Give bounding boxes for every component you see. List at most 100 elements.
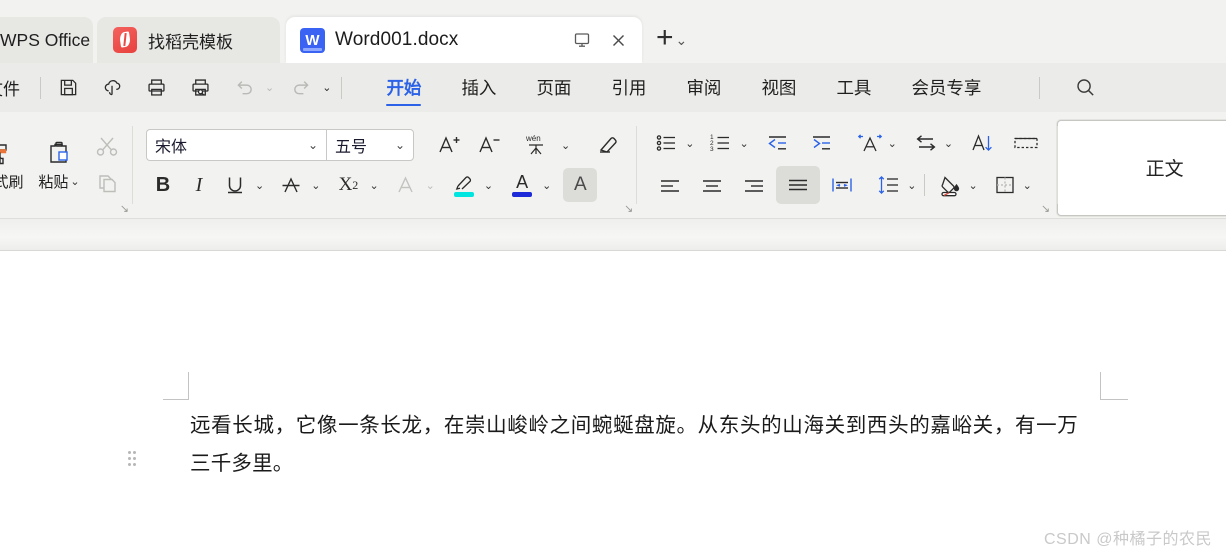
tab-bar: WPS Office 找稻壳模板 W Word001.docx + ⌄ [0,0,1226,63]
search-icon[interactable] [1068,71,1102,105]
underline-chevron-down-icon[interactable]: ⌄ [255,179,264,192]
clipboard-dialog-launcher[interactable]: ↘ [120,202,129,215]
paste-chevron-down-icon[interactable]: ⌄ [70,175,79,188]
borders-chevron-down-icon[interactable]: ⌄ [1023,179,1032,192]
shrink-font-button[interactable] [472,128,506,162]
font-size-value: 五号 [335,139,368,156]
text-effects-button[interactable] [389,168,423,202]
underline-button[interactable] [218,168,252,202]
bullet-list-button[interactable] [650,126,684,160]
borders-button[interactable] [988,168,1022,202]
show-formatting-marks-button[interactable] [1009,126,1043,160]
ruler-separator-band [0,219,1226,251]
document-paragraph[interactable]: 远看长城，它像一条长龙，在崇山峻岭之间蜿蜒盘旋。从东头的山海关到西头的嘉峪关，有… [190,406,1078,482]
character-shading-button[interactable]: A [563,168,598,202]
paragraph-dialog-launcher[interactable]: ↘ [1041,202,1050,215]
style-body-text[interactable]: 正文 [1057,119,1226,216]
copy-button[interactable] [90,167,124,201]
style-body-text-label: 正文 [1145,159,1184,180]
tab-home[interactable]: 开始 [366,63,441,112]
tab-docer-templates[interactable]: 找稻壳模板 [97,17,280,63]
clear-formatting-button[interactable] [590,128,624,162]
bold-button[interactable]: B [146,168,180,202]
grow-font-button[interactable] [432,128,466,162]
print-preview-icon[interactable] [183,71,217,105]
shading-button[interactable] [933,168,967,202]
tab-page[interactable]: 页面 [516,63,591,112]
csdn-watermark: CSDN @种橘子的农民 [1043,531,1212,548]
format-painter-button[interactable]: 格式刷 [0,126,28,204]
menubar-divider-1 [40,76,41,99]
tab-view[interactable]: 视图 [741,63,816,112]
align-left-button[interactable] [650,168,690,202]
font-color-button[interactable]: A [505,168,539,202]
pinyin-chevron-down-icon[interactable]: ⌄ [561,139,570,152]
strikethrough-button[interactable] [274,168,308,202]
superscript-chevron-down-icon[interactable]: ⌄ [369,179,378,192]
document-page[interactable] [0,251,1226,557]
increase-indent-button[interactable] [805,126,839,160]
tab-word001-docx[interactable]: W Word001.docx [286,17,642,63]
search-group [1029,71,1102,105]
tab-reference[interactable]: 引用 [591,63,666,112]
strikethrough-chevron-down-icon[interactable]: ⌄ [311,179,320,192]
font-dialog-launcher[interactable]: ↘ [624,202,633,215]
tab-wps-office[interactable]: WPS Office [0,17,93,63]
cloud-sync-icon[interactable] [95,71,129,105]
customize-quick-access-chevron-down-icon[interactable]: ⌄ [322,81,331,94]
text-direction-button[interactable] [909,126,943,160]
paragraph-drag-handle[interactable] [128,451,142,471]
numbered-list-button[interactable]: 1 2 3 [704,126,738,160]
new-tab-chevron-down-icon[interactable]: ⌄ [676,32,688,49]
menu-bar: 文件 [0,63,1226,112]
svg-text:3: 3 [710,146,714,153]
line-spacing-button[interactable] [872,168,906,202]
decrease-indent-button[interactable] [761,126,795,160]
redo-icon[interactable] [284,71,318,105]
distributed-align-button[interactable] [822,168,862,202]
font-name-chevron-down-icon[interactable]: ⌄ [308,138,318,152]
align-center-button[interactable] [692,168,732,202]
shading-chevron-down-icon[interactable]: ⌄ [968,179,977,192]
font-size-chevron-down-icon[interactable]: ⌄ [395,138,405,152]
highlight-color-button[interactable] [447,168,481,202]
superscript-button[interactable]: X2 [330,168,366,202]
tab-insert[interactable]: 插入 [441,63,516,112]
font-name-value: 宋体 [155,139,188,156]
character-scaling-chevron-down-icon[interactable]: ⌄ [888,137,897,150]
font-name-combobox[interactable]: 宋体 ⌄ [146,129,326,161]
margin-marker-top-left [163,372,189,400]
tab-member-exclusive[interactable]: 会员专享 [891,63,1001,112]
tab-wps-office-label: WPS Office [0,29,91,50]
numbered-list-chevron-down-icon[interactable]: ⌄ [739,137,748,150]
new-tab-button[interactable]: + [656,23,674,53]
sort-button[interactable] [965,126,999,160]
tab-tools[interactable]: 工具 [816,63,891,112]
print-icon[interactable] [139,71,173,105]
cut-button[interactable] [90,129,124,163]
justify-button[interactable] [776,166,821,204]
undo-icon[interactable] [227,71,261,105]
font-size-combobox[interactable]: 五号 ⌄ [326,129,414,161]
new-tab-group: + ⌄ [656,23,687,53]
tab-review[interactable]: 审阅 [666,63,741,112]
bullet-list-chevron-down-icon[interactable]: ⌄ [685,137,694,150]
paste-button[interactable]: 粘贴 ⌄ [32,126,86,204]
document-area[interactable] [0,251,1226,557]
present-monitor-icon[interactable] [572,30,592,50]
character-scaling-button[interactable] [853,126,887,160]
text-direction-chevron-down-icon[interactable]: ⌄ [944,137,953,150]
tab-docer-label: 找稻壳模板 [148,32,233,52]
italic-button[interactable]: I [182,168,216,202]
highlight-chevron-down-icon[interactable]: ⌄ [484,179,493,192]
save-icon[interactable] [51,71,85,105]
font-color-chevron-down-icon[interactable]: ⌄ [542,179,551,192]
text-effects-chevron-down-icon[interactable]: ⌄ [426,179,435,192]
file-menu-button[interactable]: 文件 [0,75,30,100]
close-icon[interactable] [608,30,628,50]
align-right-button[interactable] [734,168,774,202]
font-color-letter: A [516,171,529,192]
pinyin-guide-button[interactable]: wén [520,128,554,162]
undo-chevron-down-icon[interactable]: ⌄ [265,81,274,94]
line-spacing-chevron-down-icon[interactable]: ⌄ [907,179,916,192]
